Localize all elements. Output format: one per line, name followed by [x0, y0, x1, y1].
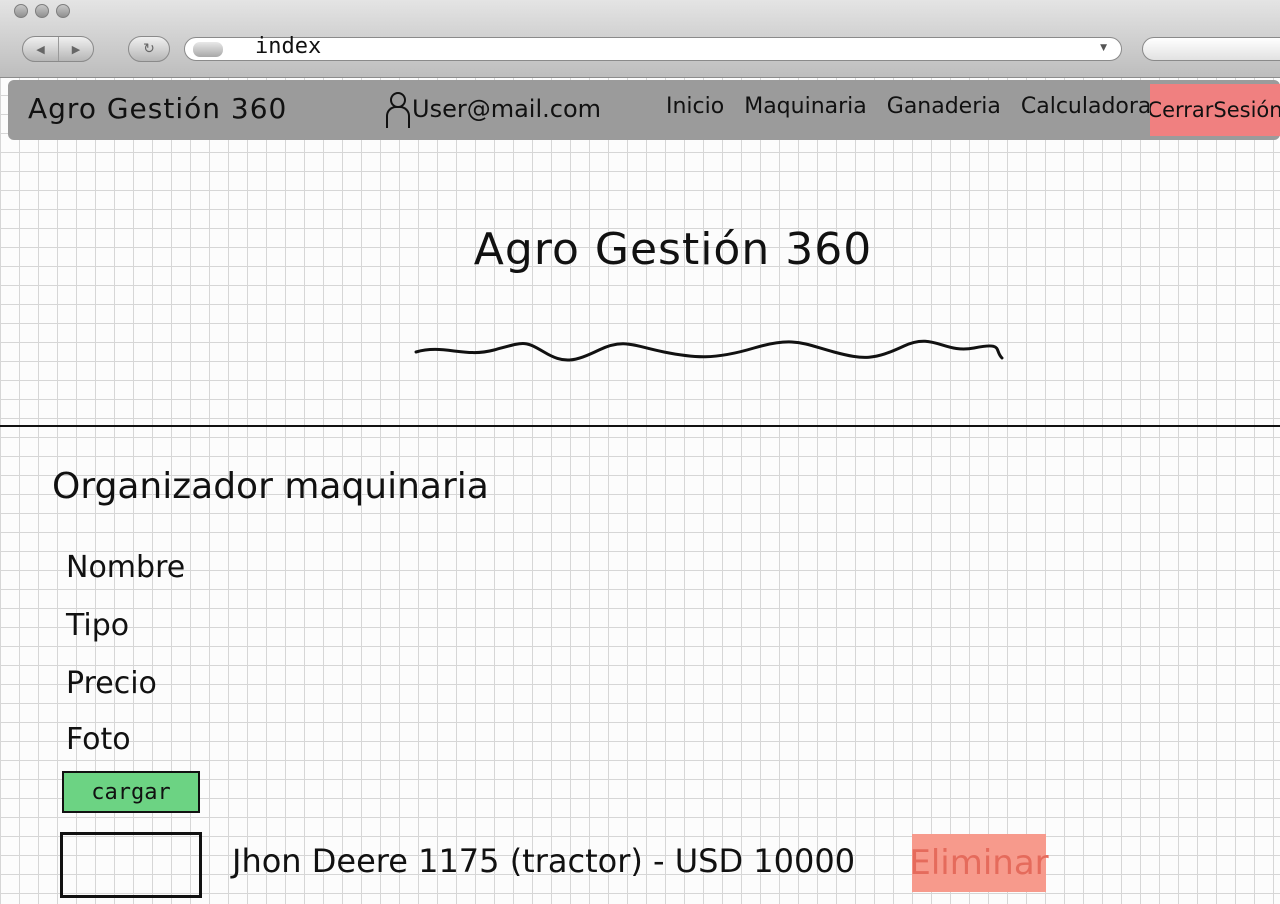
list-item: Jhon Deere 1175 (tractor) - USD 10000 El… [60, 830, 1260, 900]
field-label-foto: Foto [66, 722, 131, 757]
page-icon [193, 42, 223, 57]
navbar: Agro Gestión 360 User@mail.com Inicio Ma… [8, 80, 1280, 140]
user-email: User@mail.com [412, 95, 602, 123]
browser-chrome: ◀ ▶ ↻ index ▼ [0, 0, 1280, 78]
history-navigation: ◀ ▶ [22, 36, 94, 62]
nav-links: Inicio Maquinaria Ganaderia Calculadora [666, 94, 1151, 119]
brand-logo[interactable]: Agro Gestión 360 [28, 92, 287, 125]
field-label-tipo: Tipo [66, 608, 130, 643]
minimize-window-button[interactable] [35, 4, 49, 18]
window-controls [14, 4, 70, 18]
user-icon [386, 92, 410, 128]
nav-link-inicio[interactable]: Inicio [666, 94, 724, 119]
section-divider [0, 425, 1280, 427]
close-window-button[interactable] [14, 4, 28, 18]
nav-link-calculadora[interactable]: Calculadora [1021, 94, 1152, 119]
decorative-squiggle [414, 339, 1004, 362]
url-text: index [255, 34, 322, 59]
chevron-down-icon[interactable]: ▼ [1100, 43, 1107, 53]
user-info: User@mail.com [386, 92, 602, 128]
nav-link-ganaderia[interactable]: Ganaderia [887, 94, 1001, 119]
section-title: Organizador maquinaria [52, 466, 489, 507]
forward-icon[interactable]: ▶ [57, 37, 93, 61]
logout-button[interactable]: CerrarSesión [1150, 84, 1280, 136]
load-button[interactable]: cargar [62, 771, 200, 813]
field-label-nombre: Nombre [66, 550, 186, 585]
back-icon[interactable]: ◀ [23, 37, 58, 61]
reload-icon[interactable]: ↻ [128, 36, 170, 62]
address-bar[interactable]: index ▼ [184, 34, 1122, 61]
nav-link-maquinaria[interactable]: Maquinaria [744, 94, 867, 119]
field-label-precio: Precio [66, 666, 157, 701]
item-description: Jhon Deere 1175 (tractor) - USD 10000 [232, 842, 856, 880]
delete-button[interactable]: Eliminar [909, 834, 1049, 892]
page-title: Agro Gestión 360 [473, 224, 873, 275]
maximize-window-button[interactable] [56, 4, 70, 18]
item-photo [60, 832, 202, 898]
browser-search-input[interactable] [1142, 37, 1280, 61]
